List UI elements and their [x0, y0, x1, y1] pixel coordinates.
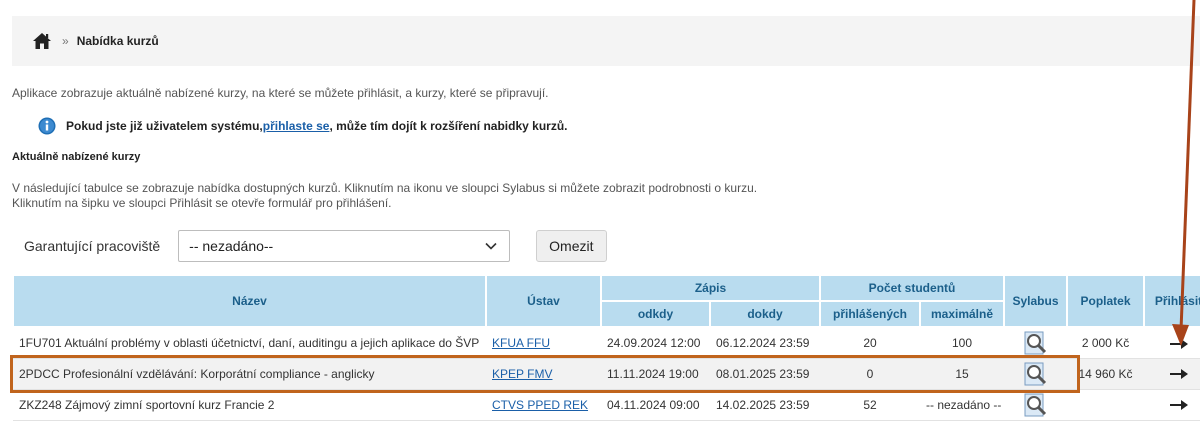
- arrow-right-icon[interactable]: [1169, 338, 1188, 349]
- filter-label: Garantující pracoviště: [24, 238, 161, 254]
- header-to[interactable]: dokdy: [709, 300, 821, 328]
- header-unit[interactable]: Ústav: [485, 274, 602, 328]
- arrow-right-icon[interactable]: [1169, 369, 1188, 380]
- intro-text: Aplikace zobrazuje aktuálně nabízené kur…: [12, 86, 549, 100]
- syllabus-cell: [1004, 389, 1068, 421]
- login-link[interactable]: přihlaste se: [263, 119, 330, 133]
- enroll-to: 06.12.2024 23:59: [710, 327, 820, 359]
- header-students: Počet studentů: [818, 274, 1006, 302]
- filter-bar: Garantující pracoviště -- nezadáno-- Ome…: [24, 230, 607, 262]
- breadcrumb-separator: »: [62, 34, 69, 48]
- courses-table: Název Ústav Zápis Počet studentů Sylabus…: [12, 274, 1200, 421]
- syllabus-cell: [1004, 327, 1068, 359]
- unit-link[interactable]: CTVS PPED REK: [492, 398, 588, 412]
- maximum-count: -- nezadáno --: [920, 389, 1005, 421]
- header-name[interactable]: Název: [12, 274, 487, 328]
- header-registered[interactable]: přihlášených: [819, 300, 921, 328]
- registered-count: 52: [820, 389, 920, 421]
- course-name: ZKZ248 Zájmový zimní sportovní kurz Fran…: [13, 389, 486, 421]
- maximum-count: 15: [920, 358, 1005, 390]
- header-maximum[interactable]: maximálně: [918, 300, 1006, 328]
- header-syllabus: Sylabus: [1003, 274, 1069, 328]
- syllabus-magnifier-icon[interactable]: [1023, 393, 1049, 417]
- table-row: 1FU701 Aktuální problémy v oblasti účetn…: [13, 327, 1200, 359]
- course-name: 1FU701 Aktuální problémy v oblasti účetn…: [13, 327, 486, 359]
- enroll-to: 08.01.2025 23:59: [710, 358, 820, 390]
- course-unit-cell: CTVS PPED REK: [486, 389, 601, 421]
- unit-link[interactable]: KFUA FFU: [492, 336, 550, 350]
- header-enrollment: Zápis: [600, 274, 821, 302]
- enroll-from: 11.11.2024 19:00: [601, 358, 710, 390]
- filter-button[interactable]: Omezit: [536, 230, 607, 262]
- table-row: 2PDCC Profesionální vzdělávání: Korporát…: [13, 358, 1200, 390]
- enroll-from: 24.09.2024 12:00: [601, 327, 710, 359]
- department-select-value: -- nezadáno--: [189, 238, 274, 254]
- enroll-from: 04.11.2024 09:00: [601, 389, 710, 421]
- arrow-right-icon[interactable]: [1169, 400, 1188, 411]
- fee: [1067, 389, 1145, 421]
- section-title: Aktuálně nabízené kurzy: [12, 151, 141, 163]
- chevron-down-icon: [485, 242, 497, 250]
- info-text-after: , může tím dojít k rozšíření nabidky kur…: [329, 119, 568, 133]
- header-signup: Přihlásit: [1143, 274, 1200, 328]
- enroll-to: 14.02.2025 23:59: [710, 389, 820, 421]
- header-fee: Poplatek: [1066, 274, 1146, 328]
- signup-cell: [1144, 389, 1200, 421]
- login-info: Pokud jste již uživatelem systému, přihl…: [38, 117, 567, 135]
- registered-count: 20: [820, 327, 920, 359]
- fee: 14 960 Kč: [1067, 358, 1145, 390]
- course-unit-cell: KPEP FMV: [486, 358, 601, 390]
- table-row: ZKZ248 Zájmový zimní sportovní kurz Fran…: [13, 389, 1200, 421]
- header-from[interactable]: odkdy: [600, 300, 711, 328]
- registered-count: 0: [820, 358, 920, 390]
- description-text: V následující tabulce se zobrazuje nabíd…: [12, 181, 758, 210]
- maximum-count: 100: [920, 327, 1005, 359]
- department-select[interactable]: -- nezadáno--: [178, 230, 511, 262]
- syllabus-cell: [1004, 358, 1068, 390]
- signup-cell: [1144, 358, 1200, 390]
- breadcrumb-current: Nabídka kurzů: [76, 34, 159, 48]
- info-icon: [38, 117, 56, 135]
- info-text-before: Pokud jste již uživatelem systému,: [66, 119, 263, 133]
- home-icon[interactable]: [32, 32, 52, 50]
- course-unit-cell: KFUA FFU: [486, 327, 601, 359]
- fee: 2 000 Kč: [1067, 327, 1145, 359]
- course-name: 2PDCC Profesionální vzdělávání: Korporát…: [13, 358, 486, 390]
- syllabus-magnifier-icon[interactable]: [1023, 331, 1049, 355]
- breadcrumb: » Nabídka kurzů: [12, 16, 1200, 66]
- unit-link[interactable]: KPEP FMV: [492, 367, 552, 381]
- signup-cell: [1144, 327, 1200, 359]
- syllabus-magnifier-icon[interactable]: [1023, 362, 1049, 386]
